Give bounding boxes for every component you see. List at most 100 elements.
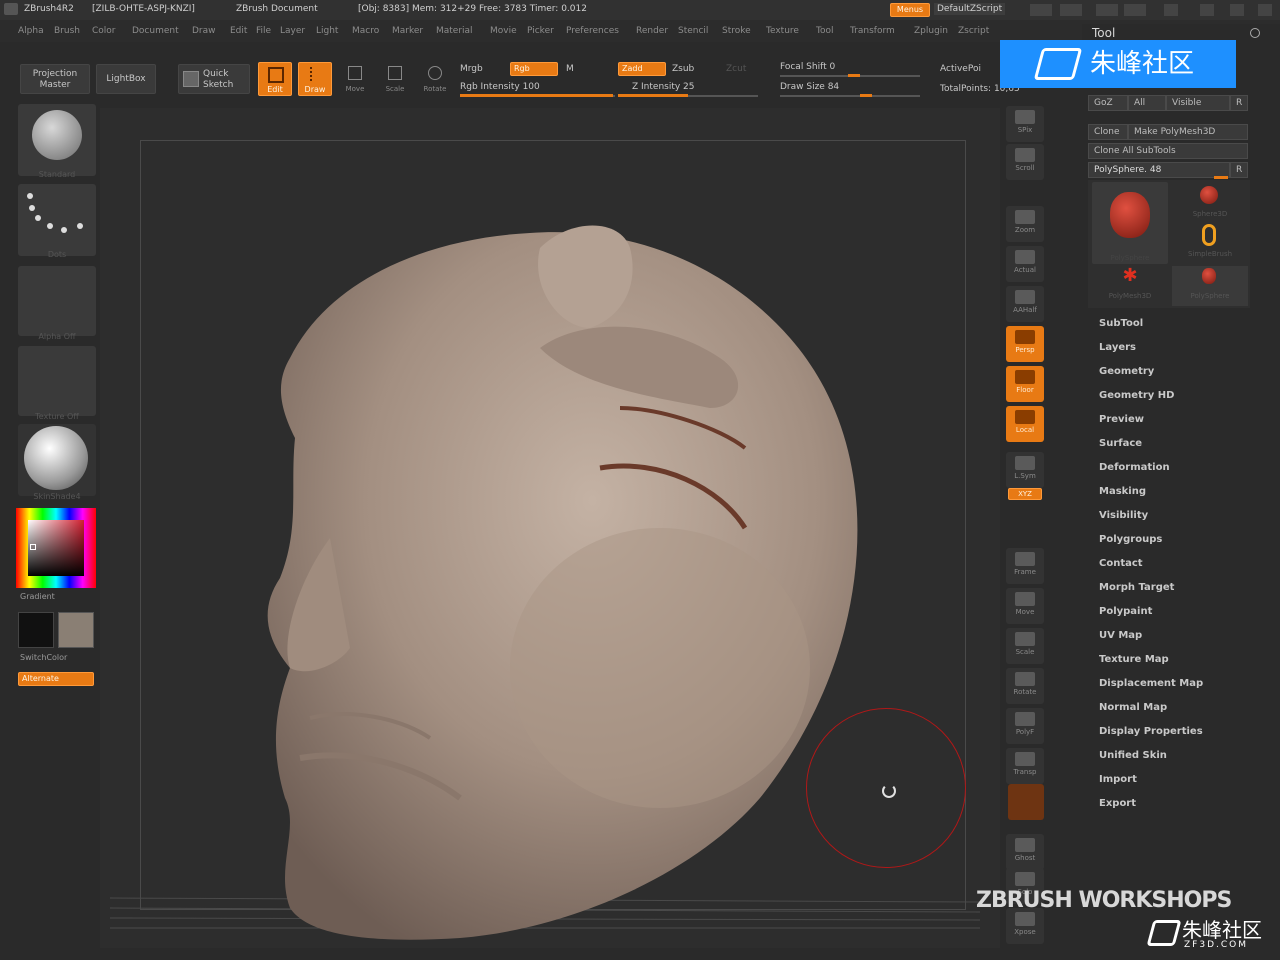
- shelf-local-button[interactable]: Local: [1006, 406, 1044, 442]
- close-icon[interactable]: [1258, 4, 1272, 16]
- all-button[interactable]: All: [1128, 95, 1166, 111]
- lock-icon[interactable]: [1164, 4, 1178, 16]
- menu-tool[interactable]: Tool: [816, 26, 833, 36]
- focal-shift-slider[interactable]: Focal Shift 0: [780, 62, 835, 72]
- menus-button[interactable]: Menus: [890, 3, 930, 17]
- menu-zscript[interactable]: Zscript: [958, 26, 989, 36]
- tool-section-geometry-hd[interactable]: Geometry HD: [1099, 390, 1174, 401]
- tool-thumb-simplebrush[interactable]: SimpleBrush: [1172, 222, 1248, 264]
- menu-layer[interactable]: Layer: [280, 26, 305, 36]
- menu-preferences[interactable]: Preferences: [566, 26, 619, 36]
- tool-thumb-polysphere-2[interactable]: PolySphere: [1172, 266, 1248, 306]
- menu-stroke[interactable]: Stroke: [722, 26, 751, 36]
- clone-button[interactable]: Clone: [1088, 124, 1128, 140]
- next-icon[interactable]: [1060, 4, 1082, 16]
- tool-section-masking[interactable]: Masking: [1099, 486, 1146, 497]
- tool-thumb-polymesh3d[interactable]: ✱ PolyMesh3D: [1092, 266, 1168, 306]
- tool-section-normal-map[interactable]: Normal Map: [1099, 702, 1167, 713]
- material-selector[interactable]: SkinShade4: [18, 424, 96, 501]
- layout-icon[interactable]: [1096, 4, 1118, 16]
- menu-draw[interactable]: Draw: [192, 26, 216, 36]
- tool-section-polygroups[interactable]: Polygroups: [1099, 534, 1162, 545]
- lightbox-button[interactable]: LightBox: [96, 64, 156, 94]
- menu-color[interactable]: Color: [92, 26, 116, 36]
- zcut-button[interactable]: Zcut: [726, 64, 746, 74]
- tool-thumb-sphere3d[interactable]: Sphere3D: [1172, 182, 1248, 222]
- menu-movie[interactable]: Movie: [490, 26, 517, 36]
- edit-button[interactable]: Edit: [258, 62, 292, 96]
- tool-panel-title[interactable]: Tool: [1092, 26, 1115, 40]
- stroke-selector[interactable]: Dots: [18, 184, 96, 259]
- alternate-button[interactable]: Alternate: [18, 672, 94, 686]
- tool-section-polypaint[interactable]: Polypaint: [1099, 606, 1152, 617]
- tool-section-contact[interactable]: Contact: [1099, 558, 1143, 569]
- secondary-color-swatch[interactable]: [58, 612, 94, 648]
- prev-icon[interactable]: [1030, 4, 1052, 16]
- tool-section-texture-map[interactable]: Texture Map: [1099, 654, 1169, 665]
- menu-file[interactable]: File: [256, 26, 271, 36]
- m-button[interactable]: M: [566, 64, 574, 74]
- mrgb-button[interactable]: Mrgb: [460, 64, 483, 74]
- color-picker[interactable]: [16, 508, 96, 588]
- shelf-ghost-button[interactable]: Ghost: [1006, 834, 1044, 870]
- draw-size-slider[interactable]: Draw Size 84: [780, 82, 839, 92]
- shelf-floor-button[interactable]: Floor: [1006, 366, 1044, 402]
- minimize-icon[interactable]: [1200, 4, 1214, 16]
- tool-section-layers[interactable]: Layers: [1099, 342, 1136, 353]
- shelf-move-button[interactable]: Move: [1006, 588, 1044, 624]
- menu-render[interactable]: Render: [636, 26, 668, 36]
- scale-button[interactable]: Scale: [380, 62, 410, 96]
- menu-zplugin[interactable]: Zplugin: [914, 26, 948, 36]
- shelf-frame-button[interactable]: Frame: [1006, 548, 1044, 584]
- visible-button[interactable]: Visible: [1166, 95, 1230, 111]
- panel-cycle-icon[interactable]: [1250, 28, 1260, 38]
- quick-sketch-button[interactable]: Quick Sketch: [178, 64, 250, 94]
- alpha-selector[interactable]: Alpha Off: [18, 266, 96, 341]
- z-intensity-slider[interactable]: Z Intensity 25: [632, 82, 695, 92]
- make-polymesh-button[interactable]: Make PolyMesh3D: [1128, 124, 1248, 140]
- shelf-polyf-button[interactable]: PolyF: [1006, 708, 1044, 744]
- rgb-button[interactable]: Rgb: [510, 62, 558, 76]
- menu-macro[interactable]: Macro: [352, 26, 379, 36]
- tool-thumb-polysphere[interactable]: PolySphere: [1092, 182, 1168, 264]
- color-picker-square[interactable]: [28, 520, 84, 576]
- shelf-aahalf-button[interactable]: AAHalf: [1006, 286, 1044, 322]
- maximize-icon[interactable]: [1230, 4, 1244, 16]
- shelf-actual-button[interactable]: Actual: [1006, 246, 1044, 282]
- zsub-button[interactable]: Zsub: [672, 64, 694, 74]
- tool-section-visibility[interactable]: Visibility: [1099, 510, 1148, 521]
- menu-texture[interactable]: Texture: [766, 26, 799, 36]
- main-color-swatch[interactable]: [18, 612, 54, 648]
- menu-stencil[interactable]: Stencil: [678, 26, 708, 36]
- tool-section-surface[interactable]: Surface: [1099, 438, 1142, 449]
- menu-picker[interactable]: Picker: [527, 26, 554, 36]
- shelf-spix-button[interactable]: SPix: [1006, 106, 1044, 142]
- shelf-xpose-button[interactable]: Xpose: [1006, 908, 1044, 944]
- rotate-button[interactable]: Rotate: [420, 62, 450, 96]
- tool-section-deformation[interactable]: Deformation: [1099, 462, 1170, 473]
- zadd-button[interactable]: Zadd: [618, 62, 666, 76]
- shelf-zoom-button[interactable]: Zoom: [1006, 206, 1044, 242]
- draw-button[interactable]: Draw: [298, 62, 332, 96]
- goz-button[interactable]: GoZ: [1088, 95, 1128, 111]
- tool-section-geometry[interactable]: Geometry: [1099, 366, 1154, 377]
- projection-master-button[interactable]: Projection Master: [20, 64, 90, 94]
- shelf-scale-button[interactable]: Scale: [1006, 628, 1044, 664]
- menu-material[interactable]: Material: [436, 26, 473, 36]
- clone-all-subtools-button[interactable]: Clone All SubTools: [1088, 143, 1248, 159]
- tool-section-import[interactable]: Import: [1099, 774, 1137, 785]
- menu-marker[interactable]: Marker: [392, 26, 423, 36]
- rgb-intensity-slider[interactable]: Rgb Intensity 100: [460, 82, 540, 92]
- document-canvas[interactable]: [100, 108, 1000, 948]
- menu-transform[interactable]: Transform: [850, 26, 895, 36]
- tool-section-preview[interactable]: Preview: [1099, 414, 1144, 425]
- material-swatch[interactable]: [1008, 784, 1044, 820]
- brush-selector[interactable]: Standard: [18, 104, 96, 179]
- tool-section-uv-map[interactable]: UV Map: [1099, 630, 1142, 641]
- current-tool-r-button[interactable]: R: [1230, 162, 1248, 178]
- shelf-scroll-button[interactable]: Scroll: [1006, 144, 1044, 180]
- shelf-persp-button[interactable]: Persp: [1006, 326, 1044, 362]
- texture-selector[interactable]: Texture Off: [18, 346, 96, 421]
- tool-section-display-properties[interactable]: Display Properties: [1099, 726, 1203, 737]
- tool-section-morph-target[interactable]: Morph Target: [1099, 582, 1174, 593]
